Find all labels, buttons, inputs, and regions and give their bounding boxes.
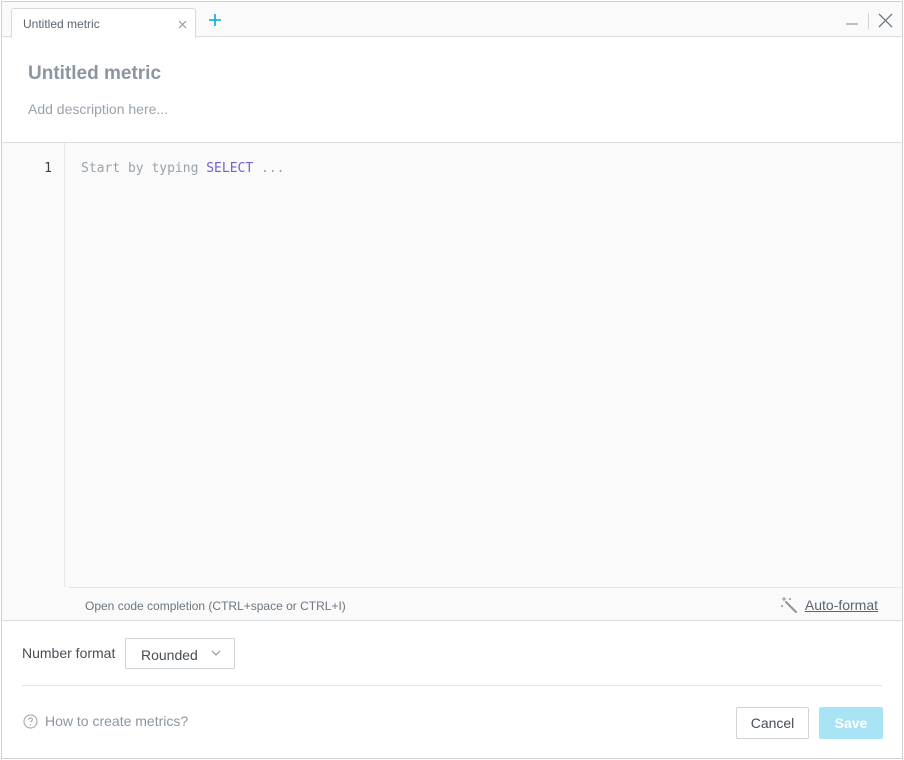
code-placeholder[interactable]: Start by typing SELECT ... — [81, 161, 285, 176]
chevron-down-icon — [211, 650, 221, 656]
tab-untitled-metric[interactable]: Untitled metric — [11, 8, 196, 38]
window-close-icon[interactable] — [878, 13, 893, 28]
footer-divider — [22, 685, 882, 686]
auto-format-button[interactable]: Auto-format — [780, 595, 878, 615]
editor-footer: Open code completion (CTRL+space or CTRL… — [69, 587, 902, 620]
number-format-value: Rounded — [141, 647, 198, 663]
help-label: How to create metrics? — [45, 713, 189, 729]
tab-bar: Untitled metric — [2, 2, 902, 38]
question-circle-icon — [23, 714, 38, 728]
minimize-icon[interactable] — [846, 15, 858, 25]
placeholder-prefix: Start by typing — [81, 161, 207, 176]
number-format-label: Number format — [22, 645, 116, 661]
magic-wand-icon — [780, 597, 797, 613]
placeholder-keyword: SELECT — [206, 161, 254, 176]
number-format-select[interactable]: Rounded — [125, 638, 235, 669]
auto-format-label: Auto-format — [804, 597, 878, 613]
metric-editor-window: Untitled metric Untitled metric Add desc… — [1, 1, 903, 759]
editor-divider — [2, 620, 902, 621]
line-number-gutter: 1 — [2, 143, 65, 587]
help-link[interactable]: How to create metrics? — [23, 713, 188, 729]
metric-description-input[interactable]: Add description here... — [28, 101, 168, 117]
sql-editor[interactable]: 1 Start by typing SELECT ... Open code c… — [2, 143, 902, 620]
placeholder-suffix: ... — [253, 161, 285, 176]
plus-icon[interactable] — [208, 13, 222, 27]
tab-label: Untitled metric — [23, 17, 100, 31]
close-icon[interactable] — [178, 20, 187, 29]
window-controls-separator — [868, 13, 869, 29]
save-button[interactable]: Save — [819, 707, 883, 739]
metric-title[interactable]: Untitled metric — [28, 63, 161, 85]
line-number: 1 — [44, 161, 52, 176]
cancel-button[interactable]: Cancel — [736, 707, 809, 739]
code-completion-hint: Open code completion (CTRL+space or CTRL… — [85, 599, 346, 613]
